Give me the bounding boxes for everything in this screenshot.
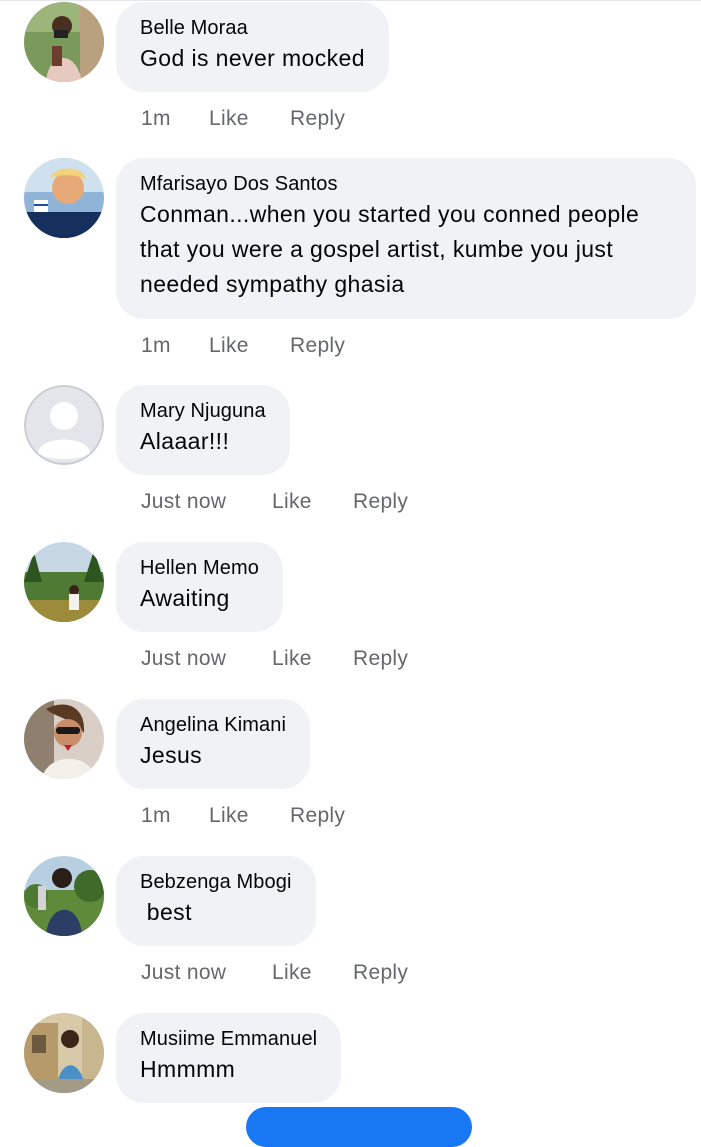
like-button[interactable]: Like	[209, 334, 290, 358]
reply-button[interactable]: Reply	[353, 490, 408, 514]
comment-text: that you were a gospel artist, kumbe you…	[140, 236, 614, 262]
avatar-photo-woman-sunglasses	[24, 699, 104, 779]
avatar[interactable]	[24, 699, 104, 779]
reply-button[interactable]: Reply	[290, 804, 345, 828]
comment-author[interactable]: Musiime Emmanuel	[140, 1026, 317, 1052]
comment-author[interactable]: Bebzenga Mbogi	[140, 869, 292, 895]
like-button[interactable]: Like	[272, 647, 353, 671]
avatar-photo-man-forever-banner	[24, 158, 104, 238]
comment-time[interactable]: 1m	[141, 804, 209, 828]
avatar-photo-woman-camera	[24, 2, 104, 82]
like-button[interactable]: Like	[272, 961, 353, 985]
comment-text: God is never mocked	[140, 45, 365, 71]
avatar[interactable]	[24, 158, 104, 238]
comment-actions: Just now Like Reply	[141, 961, 408, 985]
comment-actions: 1m Like Reply	[141, 804, 345, 828]
comment-actions: 1m Like Reply	[141, 107, 345, 131]
like-button[interactable]: Like	[209, 107, 290, 131]
comment-author[interactable]: Mary Njuguna	[140, 398, 266, 424]
comment-bubble: Bebzenga Mbogi best	[116, 856, 316, 946]
reply-button[interactable]: Reply	[353, 647, 408, 671]
comment-text: Alaaar!!!	[140, 428, 230, 454]
comment-bubble: Mfarisayo Dos Santos Conman...when you s…	[116, 158, 696, 319]
reply-button[interactable]: Reply	[290, 334, 345, 358]
top-divider	[0, 0, 701, 1]
comment-text: Jesus	[140, 742, 203, 768]
comment-author[interactable]: Hellen Memo	[140, 555, 259, 581]
default-profile-icon	[24, 385, 104, 465]
avatar[interactable]	[24, 856, 104, 936]
comment-author[interactable]: Belle Moraa	[140, 15, 365, 41]
comment-actions: Just now Like Reply	[141, 647, 408, 671]
comment-bubble: Hellen Memo Awaiting	[116, 542, 283, 632]
comment-text: best	[140, 899, 192, 925]
comment-text: Conman...when you started you conned peo…	[140, 201, 640, 227]
comment-bubble: Musiime Emmanuel Hmmmm	[116, 1013, 342, 1103]
avatar[interactable]	[24, 542, 104, 622]
comment-bubble: Belle Moraa God is never mocked	[116, 2, 389, 92]
comment-bubble: Mary Njuguna Alaaar!!!	[116, 385, 290, 475]
comment-text: needed sympathy ghasia	[140, 271, 405, 297]
like-button[interactable]: Like	[209, 804, 290, 828]
reply-button[interactable]: Reply	[290, 107, 345, 131]
avatar-photo-man-trees	[24, 856, 104, 936]
comment-time[interactable]: 1m	[141, 107, 209, 131]
comment-time[interactable]: Just now	[141, 490, 272, 514]
avatar[interactable]	[24, 385, 104, 465]
comment-time[interactable]: 1m	[141, 334, 209, 358]
like-button[interactable]: Like	[272, 490, 353, 514]
reply-button[interactable]: Reply	[353, 961, 408, 985]
comment-author[interactable]: Mfarisayo Dos Santos	[140, 171, 672, 197]
comment-bubble: Angelina Kimani Jesus	[116, 699, 311, 789]
comment-actions: 1m Like Reply	[141, 334, 345, 358]
write-comment-button[interactable]	[246, 1107, 472, 1147]
comment-text: Hmmmm	[140, 1056, 236, 1082]
comment-text: Awaiting	[140, 585, 230, 611]
avatar[interactable]	[24, 2, 104, 82]
avatar-photo-outdoor-garden	[24, 542, 104, 622]
comment-actions: Just now Like Reply	[141, 490, 408, 514]
avatar[interactable]	[24, 1013, 104, 1093]
comment-time[interactable]: Just now	[141, 961, 272, 985]
comment-time[interactable]: Just now	[141, 647, 272, 671]
comment-author[interactable]: Angelina Kimani	[140, 712, 286, 738]
avatar-photo-man-building	[24, 1013, 104, 1093]
